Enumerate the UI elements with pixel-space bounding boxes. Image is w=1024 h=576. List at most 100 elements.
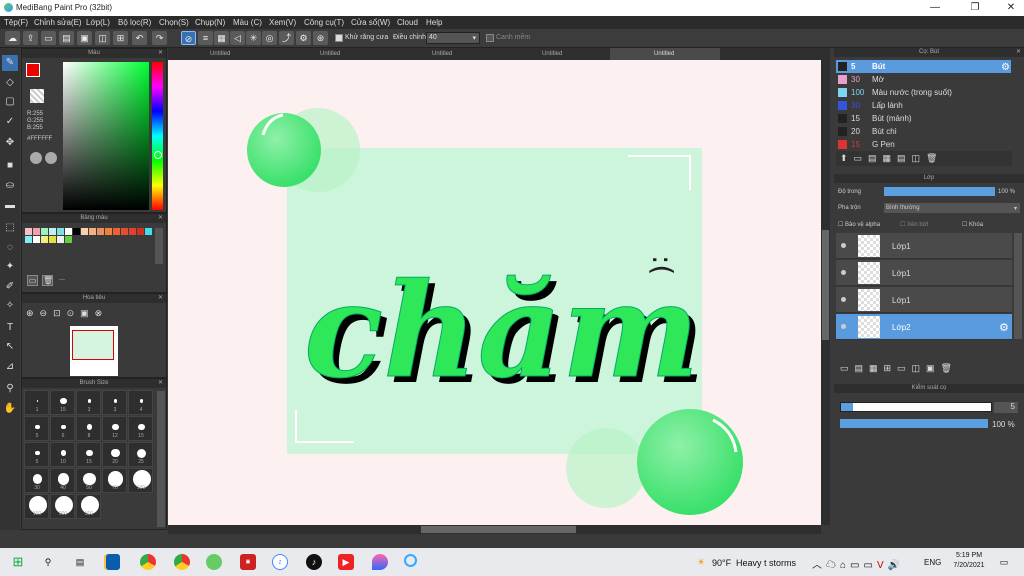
brush-size-cell[interactable]: 1 xyxy=(24,390,49,415)
brush-size-cell[interactable]: 200 xyxy=(50,494,75,519)
menu-help[interactable]: Help xyxy=(426,18,442,27)
minimize-button[interactable]: — xyxy=(924,1,946,15)
brush-item[interactable]: 30 Lấp lánh xyxy=(836,99,1011,112)
layer-action-icons[interactable]: ▭▤▦⊞▭◫▣🗑 xyxy=(840,363,958,374)
brush-size-cell[interactable]: 5 xyxy=(24,442,49,467)
brush-size-cell[interactable]: 3 xyxy=(102,390,127,415)
dot-tool-icon[interactable]: ✓ xyxy=(2,114,18,130)
app-circle-icon[interactable] xyxy=(404,554,417,567)
move-tool-icon[interactable]: ✥ xyxy=(2,135,18,151)
chrome-profile-icon[interactable] xyxy=(174,554,190,570)
cloud-icon[interactable]: ☁ xyxy=(5,31,20,45)
eyedropper-tool-icon[interactable]: ⚲ xyxy=(2,381,18,397)
fill-shape-tool-icon[interactable]: ■ xyxy=(2,158,18,174)
palette-swatches[interactable] xyxy=(25,228,153,244)
hue-handle[interactable] xyxy=(154,151,162,159)
layer-settings-icon[interactable]: ⚙ xyxy=(999,321,1009,334)
reset-snap-icon[interactable]: ⊛ xyxy=(313,31,328,45)
chat-icon[interactable]: ◫ xyxy=(95,31,110,45)
eraser-tool-icon[interactable]: ◇ xyxy=(2,75,18,91)
brush-size-cell[interactable]: 10 xyxy=(50,442,75,467)
brush-size-cell[interactable]: 8 xyxy=(76,416,101,441)
layer-opacity-slider[interactable] xyxy=(884,187,995,196)
brush-action-icons[interactable]: ⬆▭▤▦▤◫🗑 xyxy=(840,153,943,164)
system-tray-icons[interactable]: ︿☁⌂▭▭V🔊 xyxy=(812,556,904,571)
brush-size-cell[interactable]: 4 xyxy=(128,390,153,415)
close-icon[interactable]: ✕ xyxy=(158,379,163,388)
settings-snap-icon[interactable]: ⚙ xyxy=(296,31,311,45)
close-icon[interactable]: ✕ xyxy=(158,214,163,223)
close-icon[interactable]: ✕ xyxy=(1016,48,1021,57)
brush-size-cell[interactable]: 30 xyxy=(24,468,49,493)
lock-checkbox[interactable]: ☐ Khóa xyxy=(962,221,983,228)
perspective-snap-icon[interactable]: ◁ xyxy=(230,31,245,45)
menu-snap[interactable]: Chụp(N) xyxy=(195,18,225,27)
weather-text[interactable]: Heavy t storms xyxy=(736,558,796,568)
eye-icon[interactable] xyxy=(841,297,846,302)
layer-row[interactable]: Lớp1 xyxy=(836,260,1012,286)
brush-size-cell[interactable]: 50 xyxy=(76,468,101,493)
zalo-icon[interactable]: Z xyxy=(272,554,288,570)
close-icon[interactable]: ✕ xyxy=(158,294,163,303)
menu-layer[interactable]: Lớp(L) xyxy=(86,18,110,27)
menu-cloud[interactable]: Cloud xyxy=(397,18,418,27)
tiktok-icon[interactable]: ♪ xyxy=(306,554,322,570)
menu-filter[interactable]: Bộ lọc(R) xyxy=(118,18,151,27)
task-view-icon[interactable]: ▤ xyxy=(72,554,88,570)
blend-mode-select[interactable]: Bình thường ▾ xyxy=(884,203,1020,213)
clock[interactable]: 5:19 PM 7/20/2021 xyxy=(952,552,986,569)
brush-opacity-slider[interactable] xyxy=(840,419,988,428)
brush-size-cell[interactable]: 15 xyxy=(76,442,101,467)
navigator-buttons[interactable]: ⊕⊖⊡⊙▣⊗ xyxy=(26,308,108,319)
layer-row[interactable]: Lớp2 ⚙ xyxy=(836,314,1012,340)
eye-icon[interactable] xyxy=(841,270,846,275)
chrome-icon[interactable] xyxy=(140,554,156,570)
primary-color-swatch[interactable] xyxy=(26,63,40,77)
menu-file[interactable]: Tệp(F) xyxy=(4,18,28,27)
clipping-checkbox[interactable]: ☐ Xén bớt xyxy=(900,221,928,228)
tab-untitled-4[interactable]: Untitled xyxy=(542,51,562,57)
new-canvas-icon[interactable]: ▭ xyxy=(41,31,56,45)
operation-tool-icon[interactable]: ↖ xyxy=(2,339,18,355)
medibang-taskbar-icon[interactable] xyxy=(206,554,222,570)
saturation-value-picker[interactable] xyxy=(63,62,149,210)
brush-item[interactable]: 15 G Pen xyxy=(836,138,1011,151)
brush-size-grid[interactable]: 1 15 3 3 4 5 6 8 12 15 5 10 15 20 25 30 40 50 70 100 150 200 3… xyxy=(24,390,154,528)
brush-item[interactable]: 100 Màu nước (trong suốt) xyxy=(836,86,1011,99)
brush-size-cell[interactable]: 150 xyxy=(24,494,49,519)
eye-icon[interactable] xyxy=(841,324,846,329)
youtube-icon[interactable]: ▶ xyxy=(338,554,354,570)
windows-start-icon[interactable]: ⊞ xyxy=(10,554,26,570)
select-eraser-tool-icon[interactable]: ✧ xyxy=(2,298,18,314)
canvas-horizontal-scrollbar[interactable] xyxy=(168,525,821,534)
tab-untitled-2[interactable]: Untitled xyxy=(320,51,340,57)
brush-size-cell[interactable]: 3 xyxy=(76,390,101,415)
bucket-tool-icon[interactable]: ⛀ xyxy=(2,178,18,194)
snap-soft-checkbox[interactable] xyxy=(486,34,494,42)
transparent-color-swatch[interactable] xyxy=(30,89,44,103)
brush-size-cell[interactable]: 300 xyxy=(76,494,101,519)
brush-size-cell[interactable]: 20 xyxy=(102,442,127,467)
brush-size-value[interactable]: 5 xyxy=(994,402,1018,413)
curve-snap-icon[interactable]: ⤴ xyxy=(279,31,294,45)
menu-edit[interactable]: Chỉnh sửa(E) xyxy=(34,18,82,27)
brush-size-cell[interactable]: 6 xyxy=(50,416,75,441)
messenger-icon[interactable] xyxy=(372,554,388,570)
snap-off-icon[interactable]: ⊘ xyxy=(181,31,196,45)
brush-item[interactable]: 20 Bút chì xyxy=(836,125,1011,138)
layer-row[interactable]: Lớp1 xyxy=(836,287,1012,313)
rectangle-tool-icon[interactable]: ▢ xyxy=(2,94,18,110)
magic-wand-tool-icon[interactable]: ✦ xyxy=(2,259,18,275)
layer-row[interactable]: Lớp1 xyxy=(836,233,1012,259)
screen-icon[interactable]: ▣ xyxy=(77,31,92,45)
shopee-icon[interactable]: ▣ xyxy=(240,554,256,570)
menu-tools[interactable]: Công cụ(T) xyxy=(304,18,344,27)
brush-size-cell[interactable]: 70 xyxy=(102,468,127,493)
close-button[interactable]: ✕ xyxy=(1000,1,1022,15)
undo-icon[interactable]: ↶ xyxy=(132,31,147,45)
brush-size-cell[interactable]: 5 xyxy=(24,416,49,441)
brush-size-slider[interactable] xyxy=(840,402,992,412)
protect-alpha-checkbox[interactable]: ☐ Bảo vệ alpha xyxy=(838,221,880,228)
brush-size-cell[interactable]: 15 xyxy=(128,416,153,441)
redo-icon[interactable]: ↷ xyxy=(152,31,167,45)
